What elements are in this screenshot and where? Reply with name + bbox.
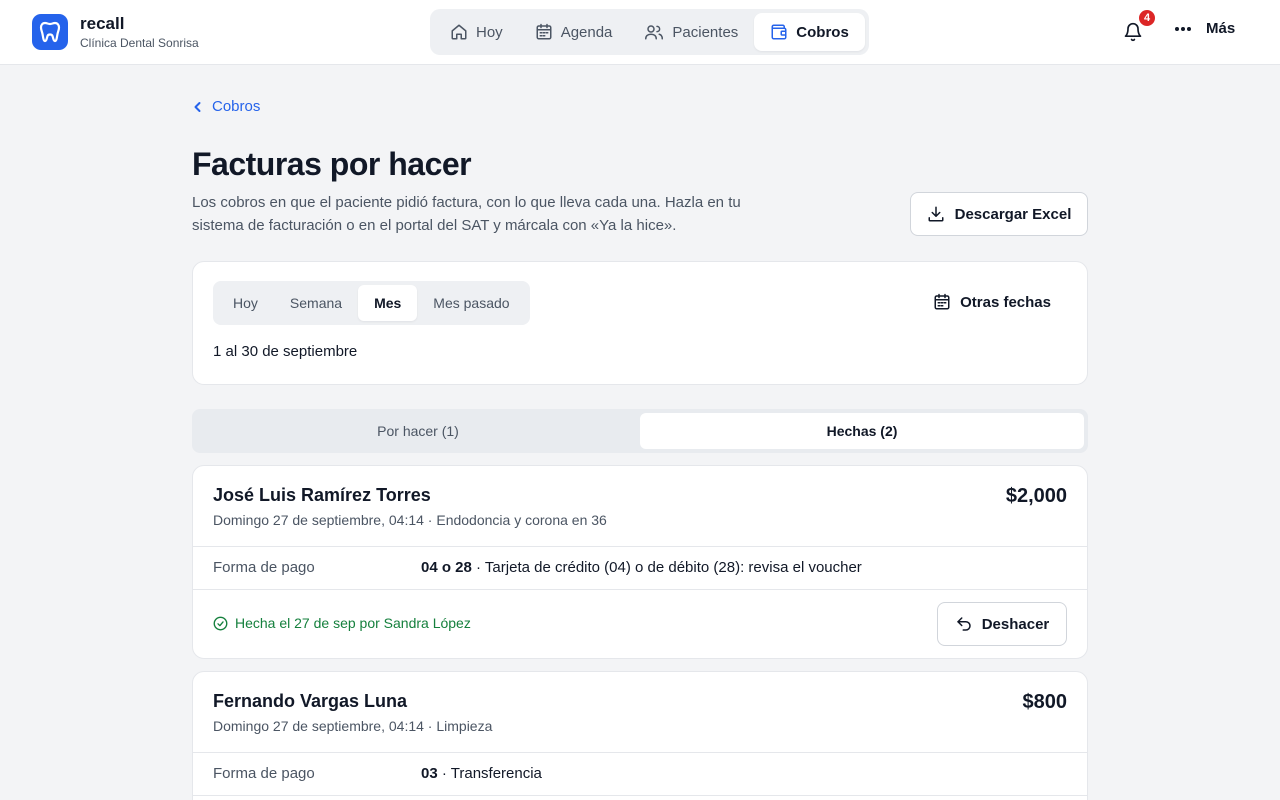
back-link[interactable]: Cobros — [192, 98, 260, 115]
nav-item-label: Agenda — [560, 23, 613, 41]
payment-method-value: 03 · Transferencia — [421, 765, 542, 782]
nav-item-agenda[interactable]: Agenda — [519, 13, 629, 51]
nav-item-label: Cobros — [796, 23, 849, 41]
undo-label: Deshacer — [981, 615, 1050, 633]
tab-hechas[interactable]: Hechas (2) — [640, 413, 1084, 449]
page-title: Facturas por hacer — [192, 146, 472, 182]
period-semana[interactable]: Semana — [274, 285, 358, 321]
other-dates-button[interactable]: Otras fechas — [933, 293, 1051, 311]
app-name: recall — [80, 13, 125, 33]
nav-item-hoy[interactable]: Hoy — [434, 13, 519, 51]
invoice-card: Fernando Vargas Luna Domingo 27 de septi… — [192, 671, 1088, 800]
done-status: Hecha el 27 de sep por Sandra López — [213, 615, 471, 631]
payment-code: 03 — [421, 765, 438, 782]
wallet-icon — [771, 24, 787, 40]
main-nav: Hoy Agenda Pacientes Cobros — [430, 9, 869, 55]
tooth-logo-icon — [32, 14, 68, 50]
payment-method-value: 04 o 28 · Tarjeta de crédito (04) o de d… — [421, 559, 862, 576]
nav-item-pacientes[interactable]: Pacientes — [628, 13, 754, 51]
undo-icon — [956, 617, 971, 631]
users-icon — [645, 25, 664, 40]
chevron-left-icon — [194, 101, 201, 112]
period-hoy[interactable]: Hoy — [217, 285, 274, 321]
payment-method-label: Forma de pago — [213, 765, 315, 782]
tab-por-hacer[interactable]: Por hacer (1) — [196, 413, 640, 449]
period-mes[interactable]: Mes — [358, 285, 418, 321]
back-label: Cobros — [212, 98, 261, 115]
undo-button[interactable]: Deshacer — [937, 602, 1067, 646]
patient-name: José Luis Ramírez Torres — [213, 485, 431, 505]
payment-method-label: Forma de pago — [213, 559, 315, 576]
more-menu-button[interactable]: Más — [1174, 20, 1235, 37]
payment-description: · Transferencia — [437, 765, 542, 782]
download-excel-label: Descargar Excel — [954, 205, 1072, 223]
payment-description: · Tarjeta de crédito (04) o de débito (2… — [471, 559, 862, 576]
clinic-name: Clínica Dental Sonrisa — [80, 35, 199, 50]
more-label: Más — [1206, 20, 1236, 37]
check-circle-icon — [213, 616, 228, 630]
period-segmented-control: Hoy Semana Mes Mes pasado — [213, 281, 530, 325]
notification-count-badge: 4 — [1137, 8, 1157, 28]
invoice-status-tabs: Por hacer (1) Hechas (2) — [192, 409, 1088, 453]
top-bar: recall Clínica Dental Sonrisa Hoy Agenda… — [0, 0, 1280, 65]
patient-name: Fernando Vargas Luna — [213, 691, 408, 711]
invoice-meta: Domingo 27 de septiembre, 04:14 · Limpie… — [213, 718, 493, 734]
date-range-text: 1 al 30 de septiembre — [213, 343, 358, 360]
nav-item-cobros[interactable]: Cobros — [754, 13, 865, 51]
payment-code: 04 o 28 — [421, 559, 472, 576]
page-description: Los cobros en que el paciente pidió fact… — [192, 194, 741, 234]
invoice-meta: Domingo 27 de septiembre, 04:14 · Endodo… — [213, 512, 607, 528]
other-dates-label: Otras fechas — [960, 293, 1051, 311]
period-mes-pasado[interactable]: Mes pasado — [417, 285, 525, 321]
brand[interactable]: recall Clínica Dental Sonrisa — [32, 14, 199, 50]
more-dots-icon — [1175, 26, 1191, 31]
download-icon — [928, 206, 944, 222]
date-filter-card: Hoy Semana Mes Mes pasado Otras fechas 1… — [192, 261, 1088, 385]
download-excel-button[interactable]: Descargar Excel — [910, 192, 1088, 236]
invoice-amount: $2,000 — [1005, 485, 1067, 507]
done-status-text: Hecha el 27 de sep por Sandra López — [235, 615, 471, 631]
calendar-icon — [536, 23, 552, 40]
invoice-card: José Luis Ramírez Torres Domingo 27 de s… — [192, 465, 1088, 659]
calendar-icon — [934, 293, 950, 310]
nav-item-label: Pacientes — [672, 23, 739, 41]
home-icon — [451, 24, 467, 40]
nav-item-label: Hoy — [476, 23, 503, 41]
invoice-amount: $800 — [1022, 691, 1068, 713]
